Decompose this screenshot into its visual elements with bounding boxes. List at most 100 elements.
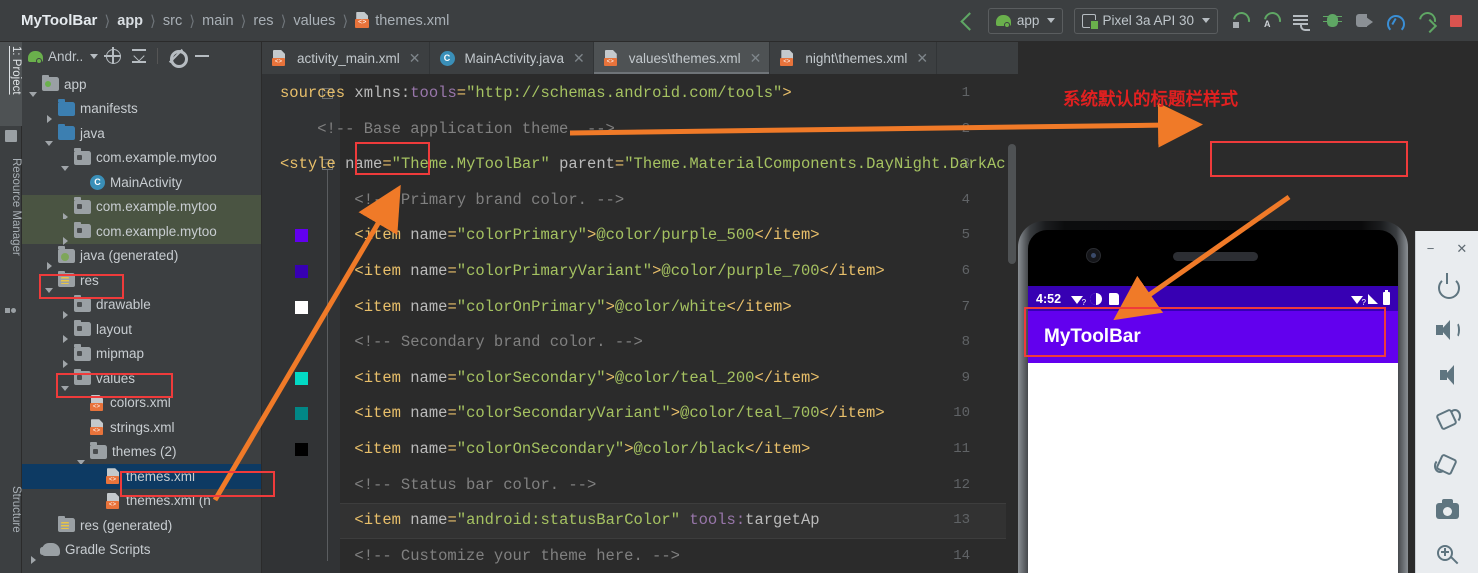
breadcrumb-res[interactable]: res [246,13,280,29]
sidebar-item-project[interactable]: 1: Project [0,42,22,126]
sidebar-item-structure[interactable]: Structure [0,482,22,573]
code-token: "http://schemas.android.com/tools" [466,84,783,102]
run-icon[interactable] [1225,7,1253,35]
breadcrumb-values[interactable]: values [286,13,342,29]
app-content-area[interactable] [1028,363,1398,573]
code-token: <!-- Primary brand color. --> [280,190,625,209]
tree-item[interactable]: C MainActivity [22,170,261,195]
project-view-selector[interactable]: Andr.. [28,49,99,64]
code-line: <item name="colorOnPrimary">@color/white… [280,290,791,326]
tree-item-label: drawable [96,297,151,313]
code-editor[interactable]: 1−23−456789101112131415 sources xmlns:to… [262,74,1018,573]
tree-item[interactable]: app [22,72,261,98]
tree-item[interactable]: themes.xml [22,464,261,489]
minimize-icon[interactable] [191,45,213,67]
locate-target-icon[interactable] [102,45,124,67]
editor-tab[interactable]: activity_main.xml ✕ [262,42,430,74]
attach-debugger-icon[interactable] [1349,7,1377,35]
breadcrumb-src[interactable]: src [156,13,189,29]
breadcrumb-module[interactable]: app [110,13,150,29]
rotate-right-icon[interactable] [1416,443,1478,488]
close-icon[interactable]: ✕ [750,50,762,67]
settings-gear-icon[interactable] [165,45,189,68]
profiler-icon[interactable] [1380,7,1408,35]
code-line: <!-- Secondary brand color. --> [280,325,642,361]
editor-tab[interactable]: values\themes.xml ✕ [593,42,771,74]
collapse-all-icon[interactable] [128,45,150,67]
editor-tab[interactable]: C MainActivity.java ✕ [430,42,594,74]
profile-stack-icon[interactable] [1411,7,1439,35]
code-line: <item name="colorSecondaryVariant">@colo… [280,396,884,432]
wifi-x-icon [1351,294,1366,307]
close-icon[interactable]: ✕ [409,50,421,67]
code-token: > [605,368,615,387]
close-icon[interactable]: ✕ [916,50,928,67]
tree-item[interactable]: Gradle Scripts [22,538,261,564]
tree-item[interactable]: strings.xml [22,415,261,440]
tree-item[interactable]: com.example.mytoo [22,146,261,171]
tree-item[interactable]: drawable [22,293,261,319]
debug-icon[interactable] [1318,7,1346,35]
tree-item[interactable]: values [22,366,261,392]
code-token: name [410,511,448,530]
code-token: name [345,155,383,174]
code-token: @color/teal_700 [680,404,820,423]
run-configuration-selector[interactable]: app [987,7,1064,34]
tree-item[interactable]: manifests [22,97,261,123]
emulator-screen[interactable]: 4:52 MyToolBar [1028,230,1398,573]
xml-file-icon [106,493,121,509]
breadcrumb-project[interactable]: MyToolBar [14,12,104,29]
close-icon[interactable]: ✕ [1456,242,1467,255]
sidebar-item-resource-manager-label: Resource Manager [10,158,22,256]
tree-item[interactable]: themes (2) [22,440,261,465]
tree-item[interactable]: themes.xml (n [22,489,261,514]
tree-item[interactable]: res (generated) [22,513,261,538]
tree-item-label: MainActivity [110,174,183,190]
code-line: <!-- Customize your theme here. --> [280,539,680,573]
tree-item[interactable]: res [22,268,261,294]
minimize-icon[interactable]: − [1427,242,1435,255]
rotate-left-icon[interactable] [1416,398,1478,443]
power-icon[interactable] [1416,263,1478,308]
volume-up-icon[interactable] [1416,308,1478,353]
stop-icon[interactable] [1442,7,1470,35]
code-token: </item> [745,440,811,458]
tree-item[interactable]: mipmap [22,342,261,368]
tree-item[interactable]: com.example.mytoo [22,219,261,246]
apply-changes-icon[interactable] [1287,7,1315,35]
code-token: <style [280,155,346,174]
earpiece-speaker [1173,252,1258,261]
tree-item[interactable]: layout [22,317,261,344]
sidebar-item-resource-manager[interactable]: Resource Manager [0,154,22,299]
code-token: "colorOnSecondary" [456,440,625,458]
volume-down-icon[interactable] [1416,353,1478,398]
device-selector[interactable]: Pixel 3a API 30 [1074,7,1218,34]
tree-item[interactable]: colors.xml [22,391,261,416]
code-token: sources [280,84,355,102]
code-token: <!-- Status bar color. --> [280,475,597,494]
run-coverage-icon[interactable] [1256,7,1284,35]
editor-tab-bar: activity_main.xml✕CMainActivity.java✕val… [262,42,1018,74]
code-token: name [410,440,448,458]
zoom-icon[interactable] [1416,533,1478,573]
tree-item-label: java (generated) [80,248,179,264]
breadcrumb-file[interactable]: themes.xml [348,12,456,29]
tree-item[interactable]: java (generated) [22,244,261,270]
code-token: name [410,226,448,245]
editor-scroll-track[interactable] [1006,106,1018,573]
android-status-bar: 4:52 [1028,286,1398,311]
status-bar-clock: 4:52 [1036,291,1062,306]
breadcrumb-main[interactable]: main [195,13,240,29]
tree-item[interactable]: com.example.mytoo [22,194,261,221]
code-token: name [410,404,448,423]
close-icon[interactable]: ✕ [573,50,585,67]
tree-item[interactable]: java [22,121,261,147]
tree-item-label: com.example.mytoo [96,199,217,215]
screenshot-camera-icon[interactable] [1416,488,1478,533]
editor-tab[interactable]: night\themes.xml ✕ [770,42,938,74]
code-content: sources xmlns:tools="http://schemas.andr… [280,74,1018,573]
emulator-panel: 4:52 MyToolBar [1018,42,1478,573]
editor-scrollbar[interactable] [1008,144,1016,264]
code-token: name [410,297,448,316]
back-arrow-icon[interactable] [955,8,981,34]
